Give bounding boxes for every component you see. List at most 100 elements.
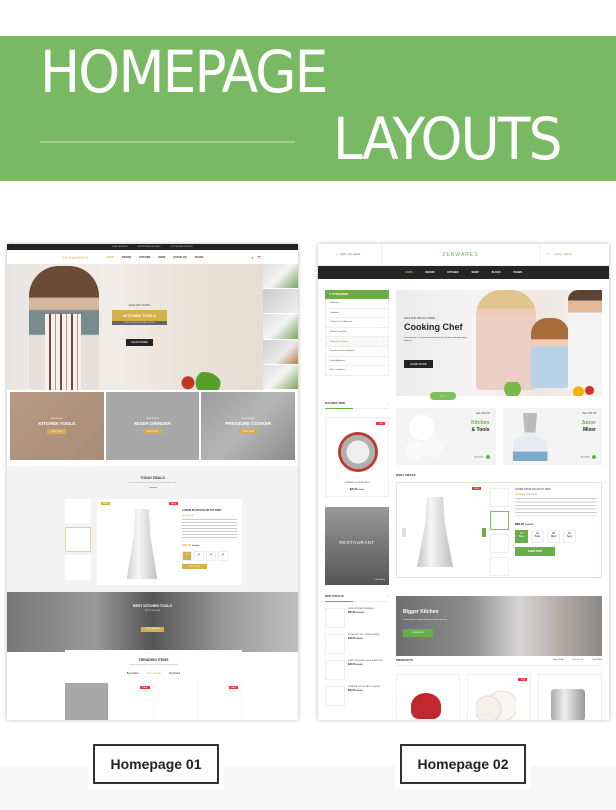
hero-thumb[interactable]	[263, 364, 298, 391]
pan-image	[338, 432, 378, 472]
hero-learn-more-button[interactable]: LEARN MORE	[126, 339, 153, 346]
category-item[interactable]: Cookware ›	[325, 308, 389, 319]
h1-menu-kitchen[interactable]: KITCHEN	[139, 256, 150, 259]
featured-product-card[interactable]: -15% SOMPIRE 1022SHROTATO $25.00 $30.00	[325, 417, 389, 497]
homepage-02-label[interactable]: Homepage 02	[400, 744, 526, 784]
tab-best-seller[interactable]: Best Seller	[127, 672, 139, 675]
category-item[interactable]: Icing & Decorating Spatulas ›	[325, 346, 389, 357]
deal-product-name[interactable]: LOREM IPSUM DOLOR SIT AMET	[515, 489, 597, 491]
category-item-active[interactable]: Barbeques & Stoves ›	[325, 337, 389, 347]
product-card[interactable]: SALE	[109, 683, 154, 720]
category-item[interactable]: More Categories	[325, 366, 389, 376]
carousel-arrows[interactable]: ‹ ›	[387, 403, 389, 405]
h1-menu-decor[interactable]: DECOR	[122, 256, 131, 259]
categories-header[interactable]: ☰ CATEGORIES	[325, 290, 389, 299]
popular-item[interactable]: KNIFE INSULATED WIDE STAINLESS $29.00 $40…	[325, 660, 389, 680]
deal-thumb-selected[interactable]	[65, 527, 91, 552]
next-arrow[interactable]	[482, 528, 486, 537]
tab-new-arrivals[interactable]: New Arrivals	[572, 659, 584, 661]
prev-arrow[interactable]	[402, 528, 406, 537]
hero-thumb[interactable]	[263, 314, 298, 340]
countdown-secs: 00	[218, 551, 228, 561]
search-icon[interactable]: ⌕	[251, 255, 253, 260]
hero-thumb[interactable]	[263, 264, 298, 290]
promo-title2: Mixer	[582, 427, 596, 433]
product-card[interactable]	[396, 674, 460, 720]
deal-thumb-selected[interactable]	[490, 511, 509, 530]
deal-thumb[interactable]	[490, 557, 509, 576]
get-started-button[interactable]: GET STARTED	[140, 626, 165, 632]
h1-logo[interactable]: ZENWARES	[62, 255, 89, 260]
hero-learn-more-button[interactable]: LEARN MORE	[404, 360, 433, 368]
product-card[interactable]	[538, 674, 602, 720]
popular-item[interactable]: SOMPIRE 1022 ROTATO CLASSIC $29.00 $40.00	[325, 686, 389, 706]
deal-thumb[interactable]	[65, 555, 91, 580]
deal-shop-now-button[interactable]: SHOP NOW	[182, 564, 207, 569]
category-item[interactable]: Kitchen Linen Sets	[325, 327, 389, 338]
chevron-right-icon: ›	[383, 311, 384, 314]
h1-menu-pages[interactable]: PAGES	[195, 256, 204, 259]
badge-discount: -10%	[472, 487, 481, 490]
h1-menu-home[interactable]: HOME	[107, 256, 115, 259]
h2-featured-items: FEATURED ITEMS ‹ › -15% SOMPIRE 1022SHROT…	[325, 403, 389, 585]
deal-product-name[interactable]: LOREM IPSUM DOLOR SIT AMET	[182, 509, 237, 512]
homepage-01-preview[interactable]: FREE SHIPPING WORLDWIDE DELIVERY 24/7 ON…	[7, 244, 298, 720]
hero-family-image	[476, 290, 602, 396]
h1-menu-blog[interactable]: OUR BLOG	[173, 256, 186, 259]
category-item[interactable]: Bakeware	[325, 299, 389, 309]
shop-now-button[interactable]: SHOP NOW	[238, 429, 258, 434]
h2-menu-decor[interactable]: DECOR	[425, 271, 434, 274]
h2-menu-pages[interactable]: PAGES	[514, 271, 523, 274]
product-card[interactable]	[154, 683, 198, 720]
product-card[interactable]: SALE	[198, 683, 242, 720]
category-item[interactable]: Coffee & Tea & Espresso ›	[325, 318, 389, 328]
h2-menu-kitchen[interactable]: KITCHEN	[447, 271, 458, 274]
promo-kitchen-tools[interactable]: Sale 45% Off Kitchen & Tools Shop Now	[396, 408, 496, 465]
plates-image	[476, 691, 516, 720]
restaurant-banner[interactable]: RESTAURANT Learn More	[325, 507, 389, 585]
h2-menu-blogs[interactable]: BLOGS	[492, 271, 501, 274]
cart-summary: 2 Items - $36.00	[553, 253, 572, 256]
category-pressure-cooker[interactable]: NEW STORE PRESSURE COOKER SHOP NOW	[201, 392, 296, 460]
homepage-02-preview[interactable]: ⌕ Enter your search... ZENWARES ⛉ 2 Item…	[318, 244, 609, 720]
tab-new-arrivals[interactable]: New Arrivals	[147, 672, 161, 675]
trending-tabs: Best Seller New Arrivals Top Rated	[65, 672, 242, 675]
product-card[interactable]	[65, 683, 110, 720]
category-item[interactable]: Small Appliances	[325, 356, 389, 367]
cart-icon[interactable]: ⛉	[258, 255, 261, 260]
h2-cart[interactable]: ⛉ 2 Items - $36.00	[539, 244, 609, 265]
tab-top-rated[interactable]: Top Rated	[592, 659, 602, 661]
view-more-button[interactable]: VIEW MORE	[403, 629, 433, 637]
product-card[interactable]: -15%	[467, 674, 531, 720]
deal-shop-now-button[interactable]: SHOP NOW	[515, 547, 555, 556]
popular-item[interactable]: INFINI HYDRATION WATER $85.00 $120.00	[325, 608, 389, 628]
h2-menu-home[interactable]: HOME	[405, 271, 413, 274]
h2-menu-shop[interactable]: SHOP	[472, 271, 479, 274]
category-kitchen-tools[interactable]: NEW STORE KITCHEN TOOLS SHOP NOW	[10, 392, 104, 460]
h2-logo[interactable]: ZENWARES	[382, 252, 539, 258]
banner-title-line1: HOMEPAGE	[40, 38, 328, 106]
slider-arrows[interactable]: ‹ | ›	[430, 392, 456, 400]
deal-thumb[interactable]	[490, 488, 509, 507]
promo-juicer-mixer[interactable]: Sale 50% Off Juicer Mixer Shop Now	[502, 408, 602, 465]
kettle-image	[411, 693, 441, 719]
deal-thumb[interactable]	[490, 534, 509, 553]
section-divider	[148, 487, 157, 488]
tab-best-seller[interactable]: Best Seller	[553, 659, 564, 661]
tab-top-rated[interactable]: Top Rated	[169, 672, 180, 675]
carousel-arrows[interactable]: ‹ ›	[387, 596, 389, 598]
learn-more-link[interactable]: Learn More	[375, 579, 385, 581]
h2-search[interactable]: ⌕ Enter your search...	[318, 244, 382, 265]
search-input[interactable]: Enter your search...	[340, 253, 362, 256]
shop-now-button[interactable]: SHOP NOW	[142, 429, 163, 434]
h1-menu-shop[interactable]: SHOP	[158, 256, 165, 259]
homepage-01-label[interactable]: Homepage 01	[93, 744, 219, 784]
hero-thumb[interactable]	[263, 339, 298, 365]
popular-item[interactable]: POLAR BOTTLE TOILETE WATER $49.00 $60.00	[325, 634, 389, 654]
shop-now-link[interactable]: Shop Now	[581, 455, 596, 459]
shop-now-button[interactable]: SHOP NOW	[47, 429, 67, 434]
shop-now-link[interactable]: Shop Now	[474, 455, 490, 459]
hero-thumb[interactable]	[263, 289, 298, 315]
deal-thumb[interactable]	[65, 499, 91, 524]
category-mixer-grinder[interactable]: NEW STORE MIXER GRINDER SHOP NOW	[105, 392, 200, 460]
